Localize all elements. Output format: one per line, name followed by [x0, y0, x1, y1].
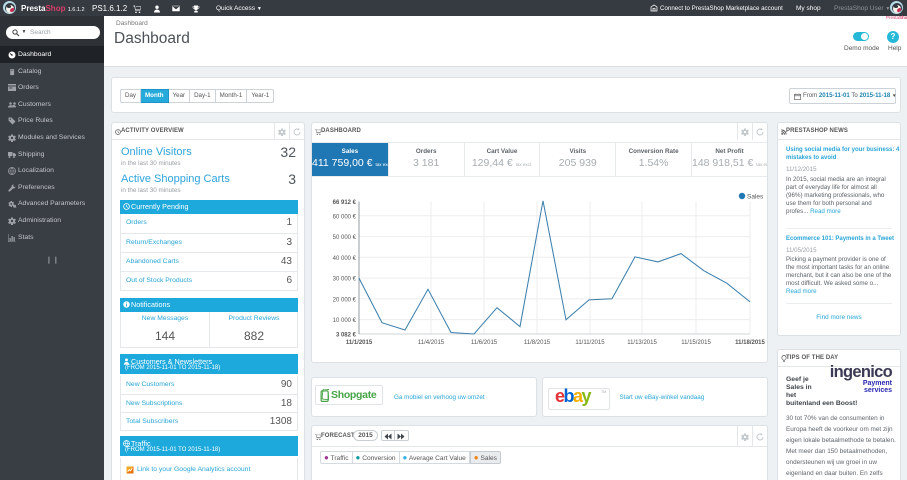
- svg-text:Sales: Sales: [747, 194, 764, 201]
- svg-text:40 000 €: 40 000 €: [333, 256, 357, 262]
- svg-text:11/1/2015: 11/1/2015: [346, 340, 373, 346]
- svg-text:66 912 €: 66 912 €: [333, 200, 357, 206]
- svg-text:3 082 €: 3 082 €: [336, 333, 357, 339]
- svg-text:11/13/2015: 11/13/2015: [627, 340, 657, 346]
- svg-text:11/8/2015: 11/8/2015: [524, 340, 551, 346]
- svg-text:11/15/2015: 11/15/2015: [681, 340, 711, 346]
- svg-text:20 000 €: 20 000 €: [333, 297, 357, 303]
- svg-text:11/18/2015: 11/18/2015: [735, 340, 765, 346]
- svg-text:11/6/2015: 11/6/2015: [471, 340, 498, 346]
- svg-text:60 000 €: 60 000 €: [333, 214, 357, 220]
- svg-text:50 000 €: 50 000 €: [333, 235, 357, 241]
- svg-text:30 000 €: 30 000 €: [333, 277, 357, 283]
- svg-text:10 000 €: 10 000 €: [333, 318, 357, 324]
- svg-text:11/4/2015: 11/4/2015: [418, 340, 445, 346]
- svg-text:11/11/2015: 11/11/2015: [575, 340, 605, 346]
